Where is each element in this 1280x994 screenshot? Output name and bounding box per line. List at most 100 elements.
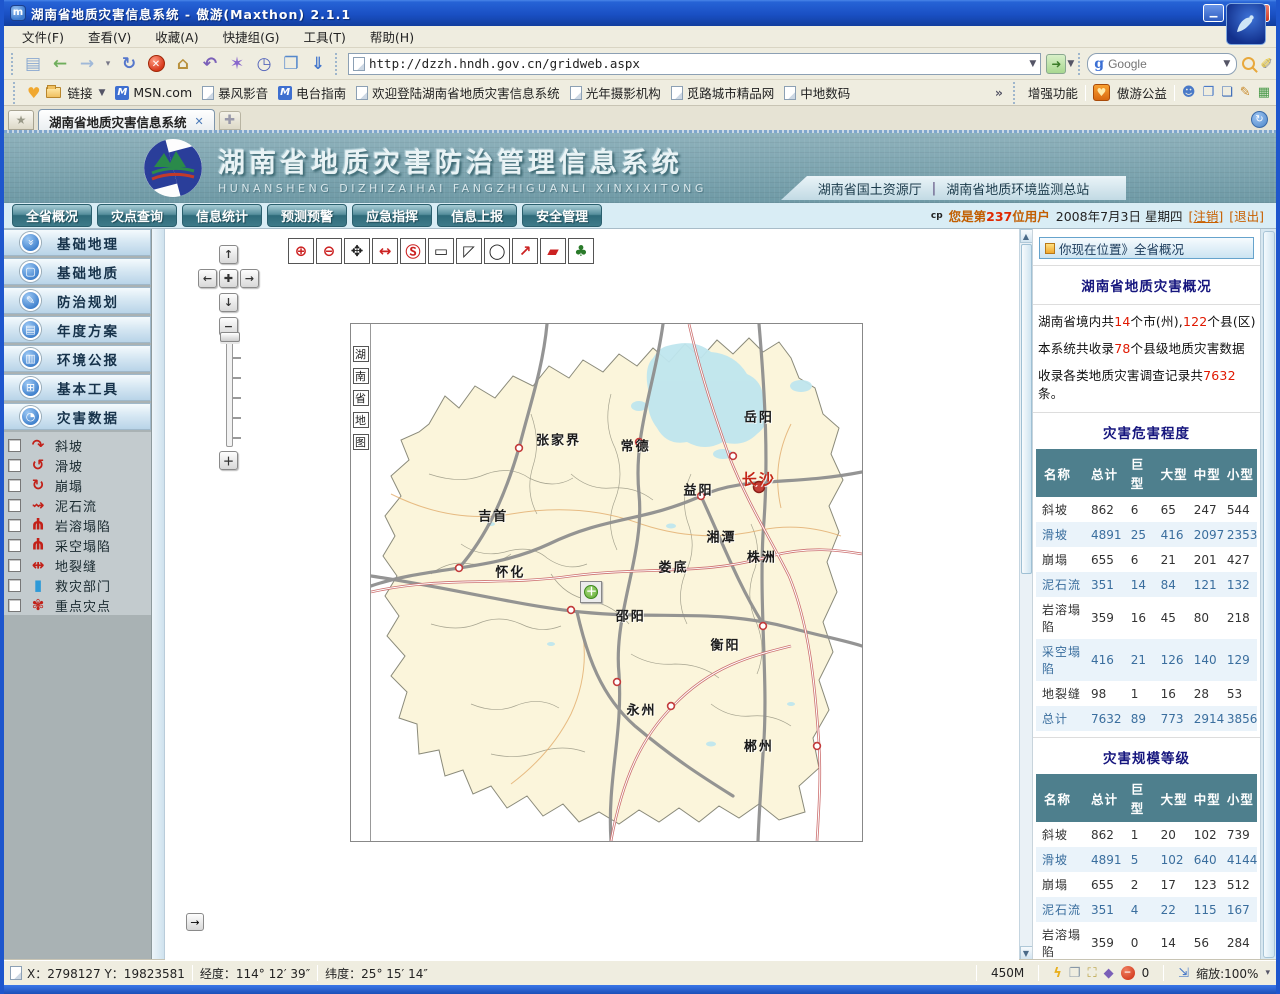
address-bar[interactable]: ▼ <box>348 53 1041 75</box>
eraser-tool[interactable]: ▰ <box>540 238 566 264</box>
home-button[interactable]: ⌂ <box>170 51 196 77</box>
menu-item-4[interactable]: 工具(T) <box>294 25 356 48</box>
link-item-5[interactable]: 觅路城市精品网 <box>671 83 775 102</box>
layer-checkbox[interactable] <box>8 599 21 612</box>
undo-button[interactable]: ↶ <box>197 51 223 77</box>
popup-blocker-icon[interactable]: ⛶ <box>1087 966 1096 981</box>
zoom-out-tool[interactable]: ⊖ <box>316 238 342 264</box>
brush-icon[interactable]: ✎ <box>1240 85 1251 100</box>
splitter[interactable] <box>152 229 165 960</box>
map-canvas[interactable]: 张家界常德岳阳益阳长沙吉首湘潭株洲怀化娄底邵阳衡阳永州郴州 ＋ <box>371 324 862 841</box>
sidebar-group-4[interactable]: ▥ 环境公报 <box>4 345 151 372</box>
panel-scrollbar[interactable]: ▲ ▼ <box>1019 229 1032 960</box>
linksbar-grip[interactable] <box>13 82 18 104</box>
links-label[interactable]: 链接 <box>67 83 92 102</box>
link-item-2[interactable]: M电台指南 <box>278 83 346 102</box>
nav-tab-4[interactable]: 应急指挥 <box>352 204 432 227</box>
refresh-button[interactable]: ↻ <box>116 51 142 77</box>
menu-item-2[interactable]: 收藏(A) <box>145 25 208 48</box>
nav-tab-0[interactable]: 全省概况 <box>12 204 92 227</box>
search-input[interactable] <box>1108 57 1219 71</box>
layer-checkbox[interactable] <box>8 499 21 512</box>
download-button[interactable]: ⇓ <box>305 51 331 77</box>
pan-down-button[interactable]: ↓ <box>219 293 238 312</box>
rect-select-tool[interactable]: ▭ <box>428 238 454 264</box>
draw-line-tool[interactable]: ↗ <box>512 238 538 264</box>
menu-item-0[interactable]: 文件(F) <box>12 25 74 48</box>
plugins-label[interactable]: 增强功能 <box>1028 83 1078 102</box>
menu-item-1[interactable]: 查看(V) <box>78 25 141 48</box>
layer-checkbox[interactable] <box>8 479 21 492</box>
layer-checkbox[interactable] <box>8 559 21 572</box>
sidebar-group-3[interactable]: ▤ 年度方案 <box>4 316 151 343</box>
gps-marker[interactable]: ＋ <box>580 581 602 603</box>
highlighter-icon[interactable]: ✐ <box>1260 56 1272 72</box>
zoom-slider-handle[interactable] <box>220 332 240 342</box>
new-tab-button[interactable]: ✚ <box>219 111 241 130</box>
scroll-down-icon[interactable]: ▼ <box>1020 946 1033 960</box>
stop-button[interactable]: ✕ <box>143 51 169 77</box>
magic-fill-button[interactable]: ✶ <box>224 51 250 77</box>
go-button[interactable]: ➜ <box>1046 54 1066 74</box>
zoom-in-tool[interactable]: ⊕ <box>288 238 314 264</box>
map-scroll-right-button[interactable]: → <box>186 913 204 931</box>
favorites-heart-icon[interactable]: ♥ <box>27 84 40 102</box>
menu-item-5[interactable]: 帮助(H) <box>360 25 424 48</box>
charity-label[interactable]: 傲游公益 <box>1117 83 1167 102</box>
zoom-level[interactable]: 缩放:100% <box>1196 965 1258 982</box>
tabbar-refresh-button[interactable]: ↻ <box>1251 111 1268 128</box>
layer-checkbox[interactable] <box>8 519 21 532</box>
link-item-1[interactable]: 暴风影音 <box>202 83 268 102</box>
pan-tool[interactable]: ✥ <box>344 238 370 264</box>
sidebar-group-5[interactable]: ⊞ 基本工具 <box>4 374 151 401</box>
link-item-4[interactable]: 光年摄影机构 <box>570 83 661 102</box>
addressbar-grip[interactable] <box>335 53 340 75</box>
links-dropdown-icon[interactable]: ▼ <box>98 88 105 98</box>
toolbar-grip[interactable] <box>11 53 16 75</box>
forward-button[interactable]: → <box>74 51 100 77</box>
new-page-button[interactable]: ▤ <box>20 51 46 77</box>
pan-center-button[interactable]: ✚ <box>219 269 238 288</box>
link-item-3[interactable]: 欢迎登陆湖南省地质灾害信息系统 <box>356 83 560 102</box>
layer-checkbox[interactable] <box>8 459 21 472</box>
link-item-0[interactable]: MMSN.com <box>115 85 192 100</box>
zoom-dropdown-icon[interactable]: ▾ <box>1265 968 1270 978</box>
nav-tab-2[interactable]: 信息统计 <box>182 204 262 227</box>
zoom-in-step-button[interactable]: ＋ <box>219 451 238 470</box>
clock-button[interactable]: ◷ <box>251 51 277 77</box>
layer-checkbox[interactable] <box>8 439 21 452</box>
circle-select-tool[interactable]: ◯ <box>484 238 510 264</box>
minimize-button[interactable]: ▁ <box>1203 4 1224 22</box>
window-manager-button[interactable]: ❐ <box>278 51 304 77</box>
header-link-station[interactable]: 湖南省地质环境监测总站 <box>946 179 1089 198</box>
address-input[interactable] <box>369 56 1025 71</box>
menu-item-3[interactable]: 快捷组(G) <box>213 25 290 48</box>
zoom-slider-track[interactable] <box>226 335 233 447</box>
window-list-icon[interactable]: ❐ <box>1202 85 1214 100</box>
plugins-grip[interactable] <box>1013 82 1018 104</box>
sidebar-group-1[interactable]: ▢ 基础地质 <box>4 258 151 285</box>
nav-tab-6[interactable]: 安全管理 <box>522 204 602 227</box>
scroll-thumb[interactable] <box>1021 244 1032 574</box>
nav-tab-3[interactable]: 预测预警 <box>267 204 347 227</box>
blocked-counter-icon[interactable]: − <box>1121 966 1135 980</box>
charity-heart-icon[interactable]: ♥ <box>1093 84 1110 101</box>
resize-icon[interactable]: ⇲ <box>1178 966 1189 981</box>
sidebar-group-0[interactable]: « 基础地理 <box>4 229 151 256</box>
pan-left-button[interactable]: ← <box>198 269 217 288</box>
links-overflow-icon[interactable]: » <box>995 85 1003 100</box>
notes-icon[interactable]: ❏ <box>1221 85 1233 100</box>
rubik-icon[interactable]: ▦ <box>1258 85 1270 100</box>
link-item-6[interactable]: 中地数码 <box>784 83 850 102</box>
measure-tool[interactable]: ↔ <box>372 238 398 264</box>
polygon-select-tool[interactable]: ◸ <box>456 238 482 264</box>
window-scrollbar[interactable] <box>1260 229 1276 960</box>
sidebar-group-6[interactable]: ◔ 灾害数据 <box>4 403 151 430</box>
boost-lightning-icon[interactable]: ϟ <box>1053 966 1062 981</box>
adhunter-icon[interactable]: ❐ <box>1069 966 1081 981</box>
scale-tool[interactable]: Ⓢ <box>400 238 426 264</box>
search-box[interactable]: g ▼ <box>1087 53 1237 75</box>
address-dropdown-icon[interactable]: ▼ <box>1029 59 1036 69</box>
back-button[interactable]: ← <box>47 51 73 77</box>
layer-checkbox[interactable] <box>8 579 21 592</box>
